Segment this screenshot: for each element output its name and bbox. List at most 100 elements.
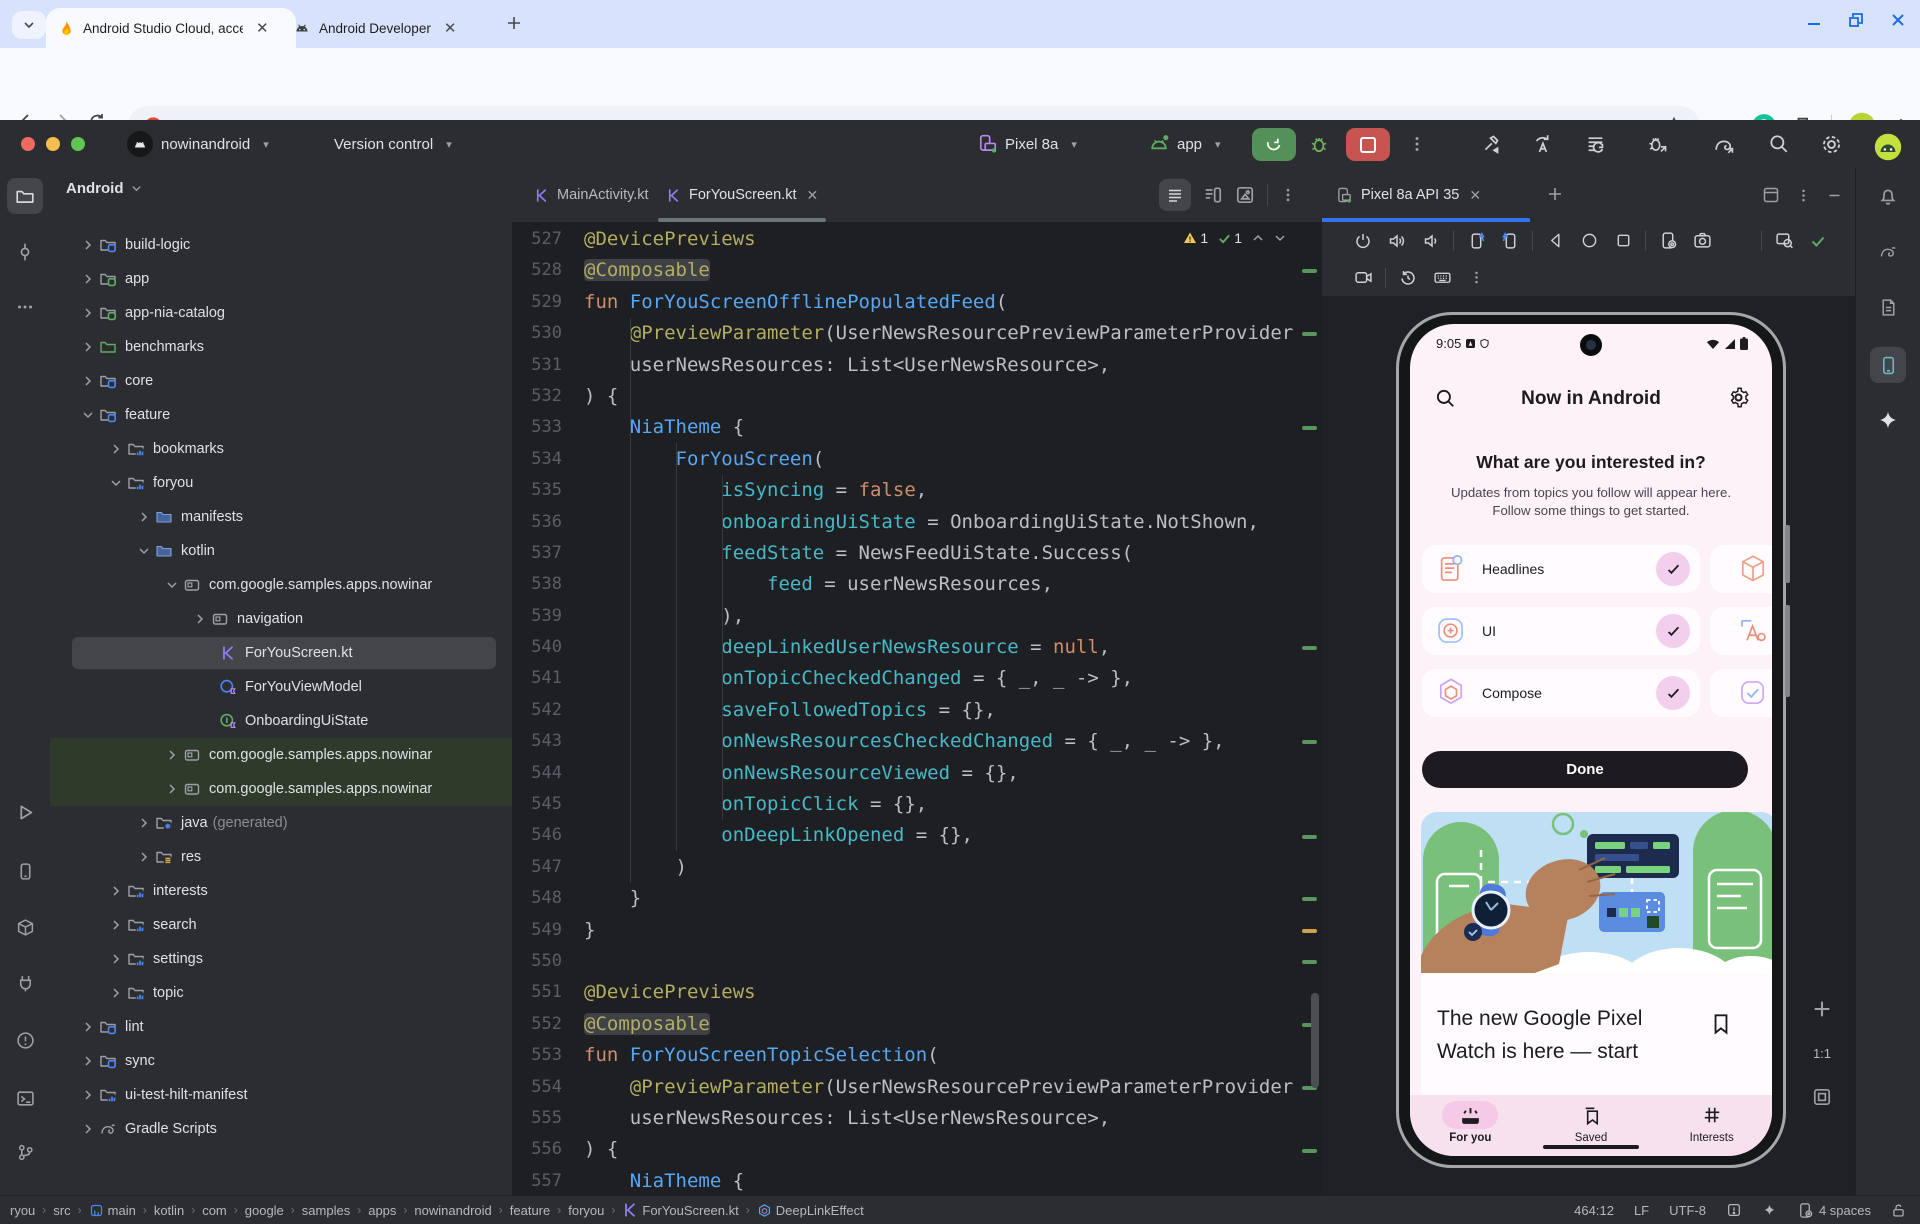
code-line[interactable]: 531 userNewsResources: List<UserNewsReso… [512, 350, 1322, 381]
code-line[interactable]: 543 onNewsResourcesCheckedChanged = { _,… [512, 726, 1322, 757]
commit-tool-button[interactable] [7, 234, 43, 270]
panel-layout-icon[interactable] [1762, 186, 1780, 204]
terminal-button[interactable] [7, 1080, 43, 1116]
tree-chevron-icon[interactable] [78, 375, 98, 387]
tree-item-manifests[interactable]: manifests [50, 500, 512, 534]
code-line[interactable]: 539 ), [512, 601, 1322, 632]
topic-card-partial[interactable] [1710, 545, 1772, 593]
code-line[interactable]: 530 @PreviewParameter(UserNewsResourcePr… [512, 318, 1322, 349]
code-line[interactable]: 532) { [512, 381, 1322, 412]
ide-avatar[interactable] [1874, 133, 1902, 161]
code-line[interactable]: 556) { [512, 1134, 1322, 1165]
close-editor-tab-icon[interactable]: ✕ [806, 187, 818, 204]
rotate-left-icon[interactable] [1459, 231, 1493, 250]
tree-item-app[interactable]: app [50, 262, 512, 296]
search-everywhere-icon[interactable] [1768, 133, 1790, 155]
code-line[interactable]: 541 onTopicCheckedChanged = { _, _ -> }, [512, 663, 1322, 694]
device-settings-icon[interactable] [1651, 231, 1685, 250]
android-overview-icon[interactable] [1606, 232, 1640, 249]
tree-chevron-icon[interactable] [162, 783, 182, 795]
build-icon[interactable] [1482, 133, 1505, 156]
tree-chevron-icon[interactable] [78, 239, 98, 251]
rerun-button[interactable] [1252, 128, 1296, 161]
file-encoding[interactable]: UTF-8 [1669, 1203, 1706, 1218]
zoom-fit-icon[interactable] [1812, 1087, 1832, 1107]
project-view-selector[interactable]: Android [66, 180, 142, 197]
rotate-right-icon[interactable] [1493, 231, 1527, 250]
tree-item-build-logic[interactable]: build-logic [50, 228, 512, 262]
tree-chevron-icon[interactable] [106, 953, 126, 965]
tree-item-search[interactable]: search [50, 908, 512, 942]
tree-item-com-google-samples-apps-nowinar[interactable]: com.google.samples.apps.nowinar [50, 568, 512, 602]
close-tab-icon[interactable]: ✕ [444, 19, 457, 37]
breadcrumb-deeplinkeffect[interactable]: DeepLinkEffect [757, 1203, 864, 1218]
vcs-widget[interactable]: Version control ▾ [334, 120, 452, 168]
code-line[interactable]: 533 NiaTheme { [512, 412, 1322, 443]
app-settings-icon[interactable] [1727, 386, 1750, 409]
tree-chevron-icon[interactable] [106, 885, 126, 897]
tree-chevron-icon[interactable] [106, 919, 126, 931]
readonly-indicator-icon[interactable] [1726, 1202, 1742, 1218]
tree-item-gradle-scripts[interactable]: Gradle Scripts [50, 1112, 512, 1146]
tree-item-foryouviewmodel[interactable]: ForYouViewModel [50, 670, 512, 704]
browser-tab-android-developer[interactable]: Android Developer ✕ [282, 8, 514, 48]
screen-record-icon[interactable] [1346, 268, 1380, 287]
tree-item-java[interactable]: java(generated) [50, 806, 512, 840]
screen-inspect-icon[interactable] [1767, 231, 1801, 250]
code-editor[interactable]: 527@DevicePreviews528@Composable529fun F… [512, 222, 1322, 1196]
tree-chevron-icon[interactable] [134, 851, 154, 863]
topic-card-headlines[interactable]: Headlines [1422, 545, 1700, 593]
breadcrumb-foryou[interactable]: foryou [568, 1203, 604, 1218]
debug-button[interactable] [1308, 133, 1330, 155]
device-selector[interactable]: Pixel 8a ▾ [978, 120, 1077, 168]
tree-item-core[interactable]: core [50, 364, 512, 398]
preview-icon[interactable] [1235, 185, 1255, 205]
prev-issue-icon[interactable] [1252, 232, 1264, 244]
split-editor-icon[interactable] [1203, 185, 1223, 205]
tree-item-benchmarks[interactable]: benchmarks [50, 330, 512, 364]
topic-checked-icon[interactable] [1656, 614, 1690, 648]
tree-item-lint[interactable]: lint [50, 1010, 512, 1044]
breadcrumb-kotlin[interactable]: kotlin [154, 1203, 184, 1218]
tree-chevron-icon[interactable] [134, 817, 154, 829]
device-ok-icon[interactable] [1801, 232, 1835, 250]
code-line[interactable]: 534 ForYouScreen( [512, 444, 1322, 475]
running-devices-tool-icon[interactable] [1870, 347, 1906, 383]
running-device-tab[interactable]: Pixel 8a API 35 ✕ [1336, 168, 1481, 222]
sync-restart-icon[interactable] [1532, 133, 1555, 156]
close-tab-icon[interactable]: ✕ [256, 19, 269, 37]
add-device-icon[interactable] [1546, 185, 1564, 203]
new-tab-button[interactable] [505, 14, 523, 32]
tree-item-interests[interactable]: interests [50, 874, 512, 908]
editor-tab-foryouscreen[interactable]: ForYouScreen.kt ✕ [652, 168, 832, 222]
breadcrumb-main[interactable]: main [89, 1203, 136, 1218]
dependencies-button[interactable] [7, 965, 43, 1001]
run-tool-button[interactable] [7, 794, 43, 830]
tree-item-feature[interactable]: feature [50, 398, 512, 432]
device-explorer-icon[interactable] [1870, 289, 1906, 325]
nav-item-interests[interactable]: Interests [1651, 1095, 1772, 1156]
tree-chevron-icon[interactable] [162, 579, 182, 591]
topic-card-partial[interactable] [1710, 669, 1772, 717]
tree-chevron-icon[interactable] [106, 443, 126, 455]
device-manager-button[interactable] [7, 853, 43, 889]
inspection-widget[interactable]: 1 1 [1183, 230, 1286, 246]
apply-changes-icon[interactable] [1584, 133, 1607, 156]
code-line[interactable]: 537 feedState = NewsFeedUiState.Success( [512, 538, 1322, 569]
tree-item-sync[interactable]: sync [50, 1044, 512, 1078]
macos-close-button[interactable] [21, 137, 35, 151]
tree-chevron-icon[interactable] [78, 341, 98, 353]
tree-item-onboardinguistate[interactable]: OnboardingUiState [50, 704, 512, 738]
caret-position[interactable]: 464:12 [1574, 1203, 1614, 1218]
soft-keyboard-icon[interactable] [1425, 268, 1459, 287]
breadcrumb-apps[interactable]: apps [368, 1203, 396, 1218]
tab-search-button[interactable] [12, 11, 46, 39]
breadcrumb-samples[interactable]: samples [302, 1203, 350, 1218]
tree-chevron-icon[interactable] [78, 307, 98, 319]
app-insights-button[interactable] [7, 909, 43, 945]
code-line[interactable]: 529fun ForYouScreenOfflinePopulatedFeed( [512, 287, 1322, 318]
editor-more-icon[interactable] [1280, 187, 1296, 203]
android-back-icon[interactable] [1538, 232, 1572, 249]
code-line[interactable]: 551@DevicePreviews [512, 977, 1322, 1008]
project-widget[interactable]: nowinandroid ▾ [126, 120, 269, 168]
